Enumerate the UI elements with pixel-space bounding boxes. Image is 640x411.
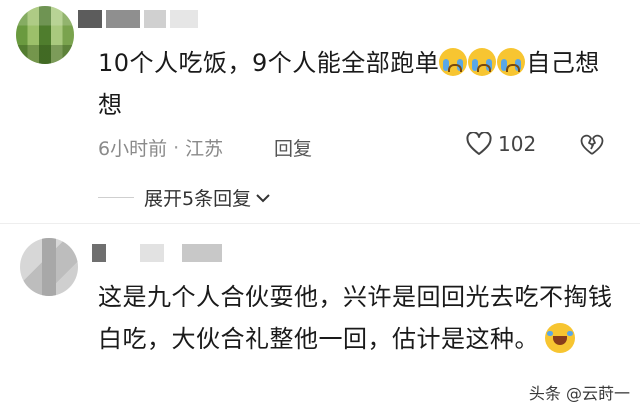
like-count: 102 bbox=[498, 132, 537, 156]
username-blurred[interactable] bbox=[92, 244, 226, 262]
laughing-tears-emoji-icon bbox=[545, 323, 575, 353]
comment-divider bbox=[0, 223, 640, 224]
meta-separator: · bbox=[173, 136, 180, 159]
expand-replies-label: 展开5条回复 bbox=[144, 188, 252, 210]
user-avatar[interactable] bbox=[20, 238, 78, 296]
crying-face-emoji-icon bbox=[497, 48, 526, 76]
heart-icon bbox=[466, 132, 492, 155]
crying-face-emoji-icon bbox=[468, 48, 497, 76]
username-blurred[interactable] bbox=[78, 10, 202, 28]
comment-meta: 6小时前 · 江苏 bbox=[98, 134, 223, 161]
comment-text: 这是九个人合伙耍他，兴许是回回光去吃不掏钱白吃，大伙合礼整他一回，估计是这种。 bbox=[98, 276, 618, 360]
expand-replies-button[interactable]: 展开5条回复 bbox=[98, 184, 271, 211]
watermark: 头条 @云莳一 bbox=[528, 384, 630, 403]
comment-time: 6小时前 bbox=[98, 138, 168, 160]
dislike-button[interactable] bbox=[580, 134, 604, 160]
chevron-down-icon bbox=[256, 193, 270, 202]
broken-heart-icon bbox=[580, 134, 604, 155]
comment-text-part1: 10个人吃饭，9个人能全部跑单 bbox=[98, 49, 440, 77]
like-button[interactable]: 102 bbox=[466, 132, 536, 156]
comment-text-body: 这是九个人合伙耍他，兴许是回回光去吃不掏钱白吃，大伙合礼整他一回，估计是这种。 bbox=[98, 283, 613, 353]
user-avatar[interactable] bbox=[16, 6, 74, 64]
comment-location: 江苏 bbox=[185, 138, 224, 160]
expand-divider-line bbox=[98, 197, 134, 198]
crying-face-emoji-icon bbox=[439, 48, 468, 76]
reply-button[interactable]: 回复 bbox=[274, 134, 312, 161]
comment-text: 10个人吃饭，9个人能全部跑单 自己想想 bbox=[98, 42, 618, 126]
